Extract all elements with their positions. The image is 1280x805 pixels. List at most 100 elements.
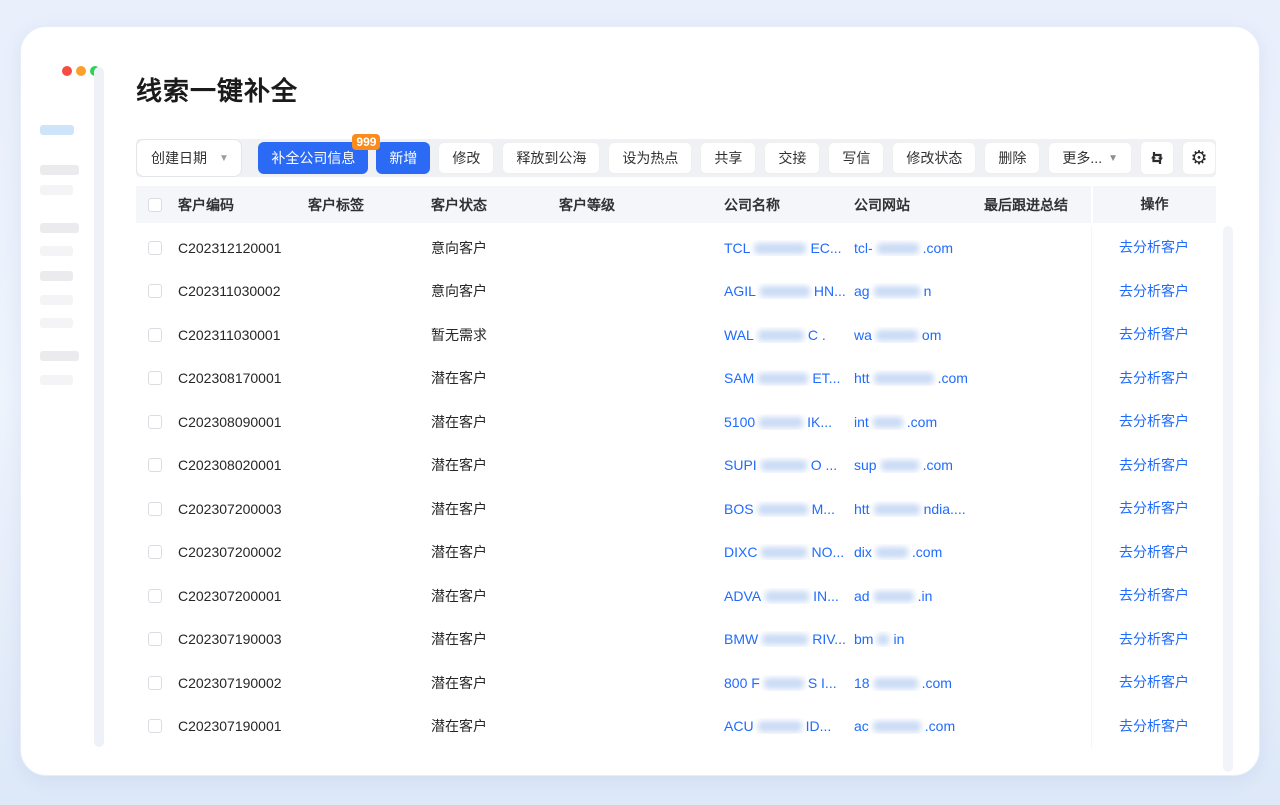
analyze-customer-link[interactable]: 去分析客户	[1119, 370, 1189, 386]
more-button[interactable]: 更多... ▼	[1048, 142, 1132, 174]
table-row: C202311030002 意向客户 AGILHN... agn 去分析客户	[136, 270, 1216, 314]
row-checkbox[interactable]	[148, 502, 162, 516]
company-website-link[interactable]: sup.com	[854, 457, 953, 473]
column-header: 客户标签	[308, 195, 431, 215]
company-name-link[interactable]: 5100IK...	[724, 414, 832, 430]
redaction-blur	[873, 417, 903, 428]
toolbar-button[interactable]: 修改	[438, 142, 494, 174]
sidebar-skeleton-bar	[40, 246, 73, 256]
sidebar-skeleton-bar	[40, 271, 73, 281]
customer-status: 潜在客户	[431, 368, 559, 388]
row-checkbox[interactable]	[148, 458, 162, 472]
analyze-customer-link[interactable]: 去分析客户	[1119, 326, 1189, 342]
row-checkbox[interactable]	[148, 284, 162, 298]
company-website-link[interactable]: waom	[854, 327, 941, 343]
redaction-blur	[876, 547, 908, 558]
toolbar-button[interactable]: 释放到公海	[502, 142, 600, 174]
analyze-customer-link[interactable]: 去分析客户	[1119, 239, 1189, 255]
column-header: 最后跟进总结	[984, 195, 1091, 215]
row-checkbox[interactable]	[148, 719, 162, 733]
company-website-link[interactable]: ac.com	[854, 718, 955, 734]
company-name-link[interactable]: ACUID...	[724, 718, 831, 734]
company-website-link[interactable]: agn	[854, 283, 931, 299]
row-checkbox[interactable]	[148, 328, 162, 342]
redaction-blur	[758, 373, 808, 384]
company-website-link[interactable]: dix.com	[854, 544, 942, 560]
select-all-checkbox[interactable]	[148, 198, 162, 212]
settings-button[interactable]: ⚙	[1182, 141, 1216, 175]
analyze-customer-link[interactable]: 去分析客户	[1119, 718, 1189, 734]
analyze-customer-link[interactable]: 去分析客户	[1119, 544, 1189, 560]
company-name-link[interactable]: 800 FS I...	[724, 675, 837, 691]
table-row: C202308020001 潜在客户 SUPIO ... sup.com 去分析…	[136, 444, 1216, 488]
customer-status: 潜在客户	[431, 673, 559, 693]
company-name-link[interactable]: BOSM...	[724, 501, 835, 517]
sidebar-skeleton-bar	[40, 165, 79, 175]
minimize-window-button[interactable]	[76, 66, 86, 76]
redaction-blur	[762, 634, 808, 645]
toolbar-button[interactable]: 共享	[700, 142, 756, 174]
analyze-customer-link[interactable]: 去分析客户	[1119, 587, 1189, 603]
chevron-down-icon: ▼	[1108, 153, 1118, 164]
analyze-customer-link[interactable]: 去分析客户	[1119, 283, 1189, 299]
company-website-link[interactable]: httndia....	[854, 501, 966, 517]
customer-code: C202307200001	[178, 588, 308, 604]
company-name-link[interactable]: WALC .	[724, 327, 826, 343]
redaction-blur	[758, 721, 802, 732]
table-header: 客户编码客户标签客户状态客户等级公司名称公司网站最后跟进总结操作	[136, 186, 1216, 223]
customer-code: C202307190003	[178, 631, 308, 647]
redaction-blur	[874, 678, 918, 689]
table-row: C202311030001 暂无需求 WALC . waom 去分析客户	[136, 313, 1216, 357]
toolbar-button[interactable]: 删除	[984, 142, 1040, 174]
row-checkbox[interactable]	[148, 241, 162, 255]
company-website-link[interactable]: ad.in	[854, 588, 932, 604]
company-name-link[interactable]: DIXCNO...	[724, 544, 844, 560]
company-name-link[interactable]: TCLEC...	[724, 240, 842, 256]
redaction-blur	[758, 330, 804, 341]
row-checkbox[interactable]	[148, 545, 162, 559]
customer-code: C202307190001	[178, 718, 308, 734]
toolbar-button[interactable]: 交接	[764, 142, 820, 174]
company-website-link[interactable]: tcl-.com	[854, 240, 953, 256]
add-button[interactable]: 新增	[376, 142, 430, 174]
toolbar-button[interactable]: 写信	[828, 142, 884, 174]
redaction-blur	[764, 678, 804, 689]
more-button-label: 更多...	[1062, 148, 1102, 168]
sidebar-skeleton-bar	[40, 351, 79, 361]
company-website-link[interactable]: 18.com	[854, 675, 952, 691]
table-scrollbar-strip[interactable]	[1223, 226, 1233, 772]
analyze-customer-link[interactable]: 去分析客户	[1119, 413, 1189, 429]
analyze-customer-link[interactable]: 去分析客户	[1119, 631, 1189, 647]
company-name-link[interactable]: SAMET...	[724, 370, 840, 386]
date-filter-dropdown[interactable]: 创建日期 ▼	[136, 139, 242, 177]
company-website-link[interactable]: htt.com	[854, 370, 968, 386]
redaction-blur	[876, 330, 918, 341]
analyze-customer-link[interactable]: 去分析客户	[1119, 674, 1189, 690]
company-name-link[interactable]: BMWRIV...	[724, 631, 846, 647]
app-window: 线索一键补全 创建日期 ▼ 补全公司信息 999 新增 修改 释放到公海 设为热…	[20, 26, 1260, 776]
company-name-link[interactable]: SUPIO ...	[724, 457, 837, 473]
toolbar-button[interactable]: 设为热点	[608, 142, 692, 174]
company-name-link[interactable]: AGILHN...	[724, 283, 846, 299]
company-name-link[interactable]: ADVAIN...	[724, 588, 839, 604]
customer-status: 潜在客户	[431, 629, 559, 649]
table-row: C202307200003 潜在客户 BOSM... httndia.... 去…	[136, 487, 1216, 531]
select-all-cell	[136, 198, 178, 212]
company-website-link[interactable]: int.com	[854, 414, 937, 430]
customer-code: C202311030001	[178, 327, 308, 343]
close-window-button[interactable]	[62, 66, 72, 76]
row-checkbox[interactable]	[148, 371, 162, 385]
redaction-blur	[874, 373, 934, 384]
table-row: C202308170001 潜在客户 SAMET... htt.com 去分析客…	[136, 357, 1216, 401]
row-checkbox[interactable]	[148, 589, 162, 603]
toolbar-button[interactable]: 修改状态	[892, 142, 976, 174]
redaction-blur	[873, 721, 921, 732]
row-checkbox[interactable]	[148, 676, 162, 690]
row-checkbox[interactable]	[148, 415, 162, 429]
company-website-link[interactable]: bmin	[854, 631, 904, 647]
row-checkbox[interactable]	[148, 632, 162, 646]
table-row: C202307190001 潜在客户 ACUID... ac.com 去分析客户	[136, 705, 1216, 749]
sync-button[interactable]	[1140, 141, 1174, 175]
analyze-customer-link[interactable]: 去分析客户	[1119, 457, 1189, 473]
analyze-customer-link[interactable]: 去分析客户	[1119, 500, 1189, 516]
